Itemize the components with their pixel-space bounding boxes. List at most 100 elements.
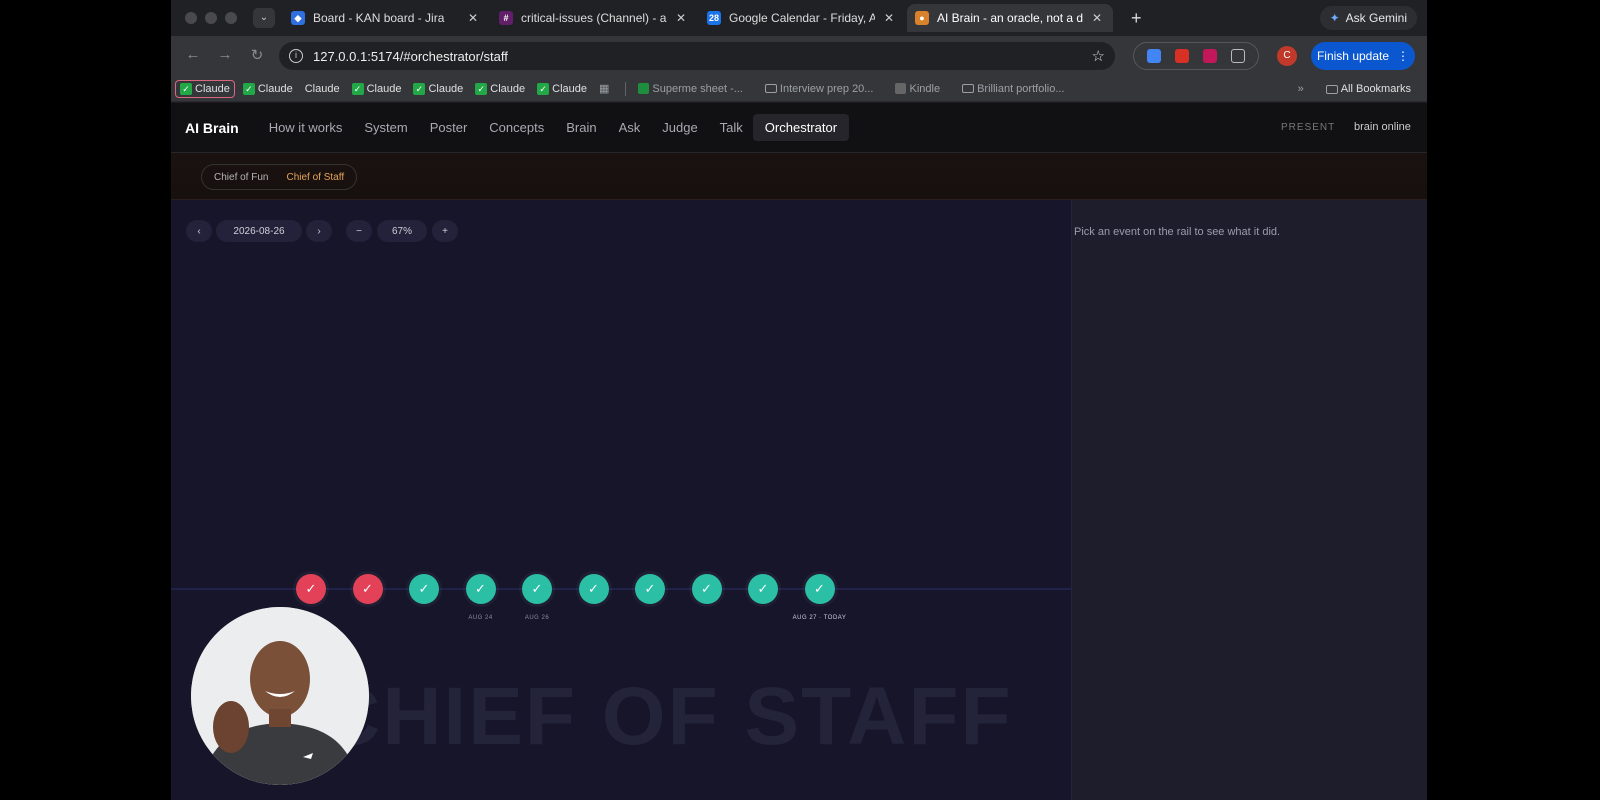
back-icon[interactable]: ← <box>183 46 203 63</box>
extension-icon[interactable] <box>1203 49 1217 63</box>
timeline-event-ok[interactable]: ✓ <box>635 574 665 604</box>
nav-system[interactable]: System <box>364 120 407 135</box>
browser-tab-active[interactable]: ● AI Brain - an oracle, not a dat ✕ <box>907 4 1113 32</box>
browser-tab[interactable]: 28 Google Calendar - Friday, Au ✕ <box>699 4 905 32</box>
timeline-event-ok[interactable]: ✓ <box>409 574 439 604</box>
finish-update-button[interactable]: Finish update ⋮ <box>1311 42 1415 70</box>
all-bookmarks-label: All Bookmarks <box>1340 83 1411 95</box>
timeline-date-label: AUG 26 <box>524 615 550 621</box>
bookmark-star-icon[interactable]: ☆ <box>1092 47 1105 65</box>
timeline-event-ok[interactable]: ✓ <box>578 574 609 604</box>
tab-title: Board - KAN board - Jira <box>313 11 445 25</box>
bookmark-label: Claude <box>304 82 340 95</box>
bookmark-item[interactable]: Interview prep 20... <box>761 81 878 97</box>
bookmark-item[interactable]: Superme sheet -... <box>634 81 747 97</box>
sheet-icon <box>638 83 650 94</box>
bookmark-label: Claude <box>257 82 293 95</box>
browser-tab[interactable]: # critical-issues (Channel) - ai- ✕ <box>491 4 697 32</box>
chief-segmented-control: Chief of Fun Chief of Staff <box>201 164 358 190</box>
ask-gemini-button[interactable]: ✦ Ask Gemini <box>1319 6 1417 30</box>
bookmark-label: Claude <box>195 82 230 95</box>
next-day-button[interactable]: › <box>306 220 332 242</box>
prev-day-button[interactable]: ‹ <box>186 220 212 242</box>
zoom-out-button[interactable]: − <box>346 220 372 242</box>
nav-ask[interactable]: Ask <box>619 120 641 135</box>
zoom-in-button[interactable]: + <box>432 220 458 242</box>
bookmark-claude[interactable]: ✓ Claude <box>409 80 467 98</box>
timeline-event-fail[interactable]: ✓ <box>296 574 326 604</box>
gemini-icon: ✦ <box>1329 11 1340 25</box>
all-bookmarks-link[interactable]: All Bookmarks <box>1322 81 1415 97</box>
tab-close-icon[interactable]: ✕ <box>673 11 689 25</box>
checkmark-icon: ✓ <box>413 82 426 95</box>
checkmark-icon: ✓ <box>242 82 255 95</box>
tab-close-icon[interactable]: ✕ <box>1089 11 1105 25</box>
tab-search-button[interactable]: ⌄ <box>253 8 275 28</box>
close-window-button[interactable] <box>185 12 197 24</box>
ask-gemini-label: Ask Gemini <box>1345 11 1407 25</box>
url-text[interactable]: 127.0.0.1:5174/#orchestrator/staff <box>313 49 1092 64</box>
checkmark-icon: ✓ <box>351 82 364 95</box>
forward-icon[interactable]: → <box>215 46 235 63</box>
bookmark-label: Superme sheet -... <box>652 82 743 95</box>
bookmark-claude[interactable]: ✓ Claude <box>239 80 297 98</box>
extensions-puzzle-icon[interactable] <box>1231 49 1245 63</box>
tab-chief-of-staff[interactable]: Chief of Staff <box>286 172 344 183</box>
tab-chief-of-fun[interactable]: Chief of Fun <box>214 172 268 183</box>
nav-concepts[interactable]: Concepts <box>489 120 544 135</box>
drive-extension-icon[interactable] <box>1147 49 1161 63</box>
bookmark-label: Interview prep 20... <box>779 82 874 95</box>
timeline-event-ok[interactable]: ✓ <box>465 574 496 604</box>
bookmark-claude[interactable]: ✓ Claude <box>348 80 406 98</box>
finish-update-label: Finish update <box>1316 49 1390 63</box>
bookmark-claude[interactable]: ✓ Claude <box>533 80 591 98</box>
browser-tab[interactable]: ◆ Board - KAN board - Jira ✕ <box>283 4 489 32</box>
browser-window: ⌄ ◆ Board - KAN board - Jira ✕ # critica… <box>171 0 1427 800</box>
zoom-level: 67% <box>377 220 427 242</box>
address-bar[interactable]: i 127.0.0.1:5174/#orchestrator/staff ☆ <box>279 42 1115 70</box>
timeline-event-ok[interactable]: ✓ <box>748 574 778 604</box>
bookmark-claude[interactable]: Claude <box>301 80 344 98</box>
nav-how-it-works[interactable]: How it works <box>269 120 343 135</box>
reload-icon[interactable]: ↻ <box>247 46 267 64</box>
checkmark-icon: ✓ <box>537 82 550 95</box>
present-button[interactable]: PRESENT <box>1281 122 1335 133</box>
event-detail-panel: Pick an event on the rail to see what it… <box>1071 200 1427 800</box>
timeline-event-fail[interactable]: ✓ <box>352 574 383 604</box>
apps-grid-icon[interactable]: ▦ <box>595 80 613 97</box>
minimize-window-button[interactable] <box>205 12 217 24</box>
tab-title: AI Brain - an oracle, not a dat <box>937 11 1083 25</box>
nav-orchestrator[interactable]: Orchestrator <box>752 114 850 141</box>
date-display[interactable]: 2026-08-26 <box>216 220 302 242</box>
checkmark-icon: ✓ <box>475 82 488 95</box>
app-nav: AI Brain How it works System Poster Concept… <box>171 103 1427 153</box>
kindle-icon <box>895 83 907 94</box>
maximize-window-button[interactable] <box>225 12 237 24</box>
bookmark-label: Claude <box>366 82 402 95</box>
timeline-event-ok[interactable]: ✓ <box>691 574 722 604</box>
brain-status: brain online <box>1354 121 1411 133</box>
nav-talk[interactable]: Talk <box>720 120 743 135</box>
timeline-event-ok[interactable]: ✓ <box>804 574 835 604</box>
bookmark-claude[interactable]: ✓ Claude <box>175 79 235 98</box>
new-tab-button[interactable]: + <box>1131 8 1142 28</box>
tab-title: critical-issues (Channel) - ai- <box>521 11 667 25</box>
kebab-menu-icon: ⋮ <box>1397 49 1410 63</box>
nav-poster[interactable]: Poster <box>430 120 468 135</box>
bookmarks-bar: ✓ Claude ✓ Claude Claude ✓ Claude ✓ Claude ✓ Claud… <box>171 76 1427 102</box>
extension-icon[interactable] <box>1175 49 1189 63</box>
timeline-event-ok[interactable]: ✓ <box>522 574 552 604</box>
nav-judge[interactable]: Judge <box>662 120 697 135</box>
app-brand[interactable]: AI Brain <box>185 120 239 136</box>
more-bookmarks-icon[interactable]: » <box>1298 83 1304 95</box>
bookmark-item[interactable]: Brilliant portfolio... <box>958 81 1068 97</box>
nav-brain[interactable]: Brain <box>566 120 596 135</box>
bookmark-item[interactable]: Kindle <box>891 81 944 97</box>
tab-close-icon[interactable]: ✕ <box>881 11 897 25</box>
bookmark-claude[interactable]: ✓ Claude <box>471 80 529 98</box>
tab-close-icon[interactable]: ✕ <box>465 11 481 25</box>
site-info-icon[interactable]: i <box>289 49 303 63</box>
tab-strip: ⌄ ◆ Board - KAN board - Jira ✕ # critica… <box>171 0 1427 36</box>
profile-avatar[interactable]: C <box>1277 46 1297 66</box>
ai-brain-icon: ● <box>915 11 929 25</box>
